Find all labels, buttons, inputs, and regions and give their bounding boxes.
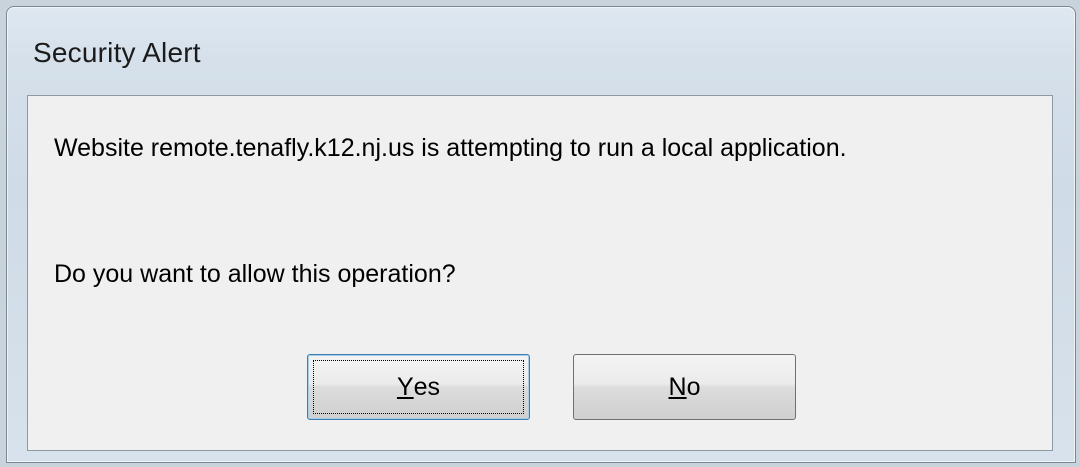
security-alert-dialog: Security Alert Website remote.tenafly.k1…	[6, 6, 1076, 463]
yes-mnemonic: Y	[396, 372, 414, 401]
yes-label-rest: es	[413, 372, 441, 401]
no-button-label: No	[574, 355, 795, 419]
alert-message: Website remote.tenafly.k12.nj.us is atte…	[54, 134, 847, 162]
yes-button[interactable]: Yes	[307, 354, 530, 420]
no-button[interactable]: No	[573, 354, 796, 420]
alert-question: Do you want to allow this operation?	[54, 260, 456, 288]
no-mnemonic: N	[668, 372, 687, 401]
yes-button-label: Yes	[308, 355, 529, 419]
no-label-rest: o	[686, 372, 701, 401]
dialog-content: Website remote.tenafly.k12.nj.us is atte…	[27, 95, 1053, 451]
dialog-title: Security Alert	[33, 37, 201, 68]
